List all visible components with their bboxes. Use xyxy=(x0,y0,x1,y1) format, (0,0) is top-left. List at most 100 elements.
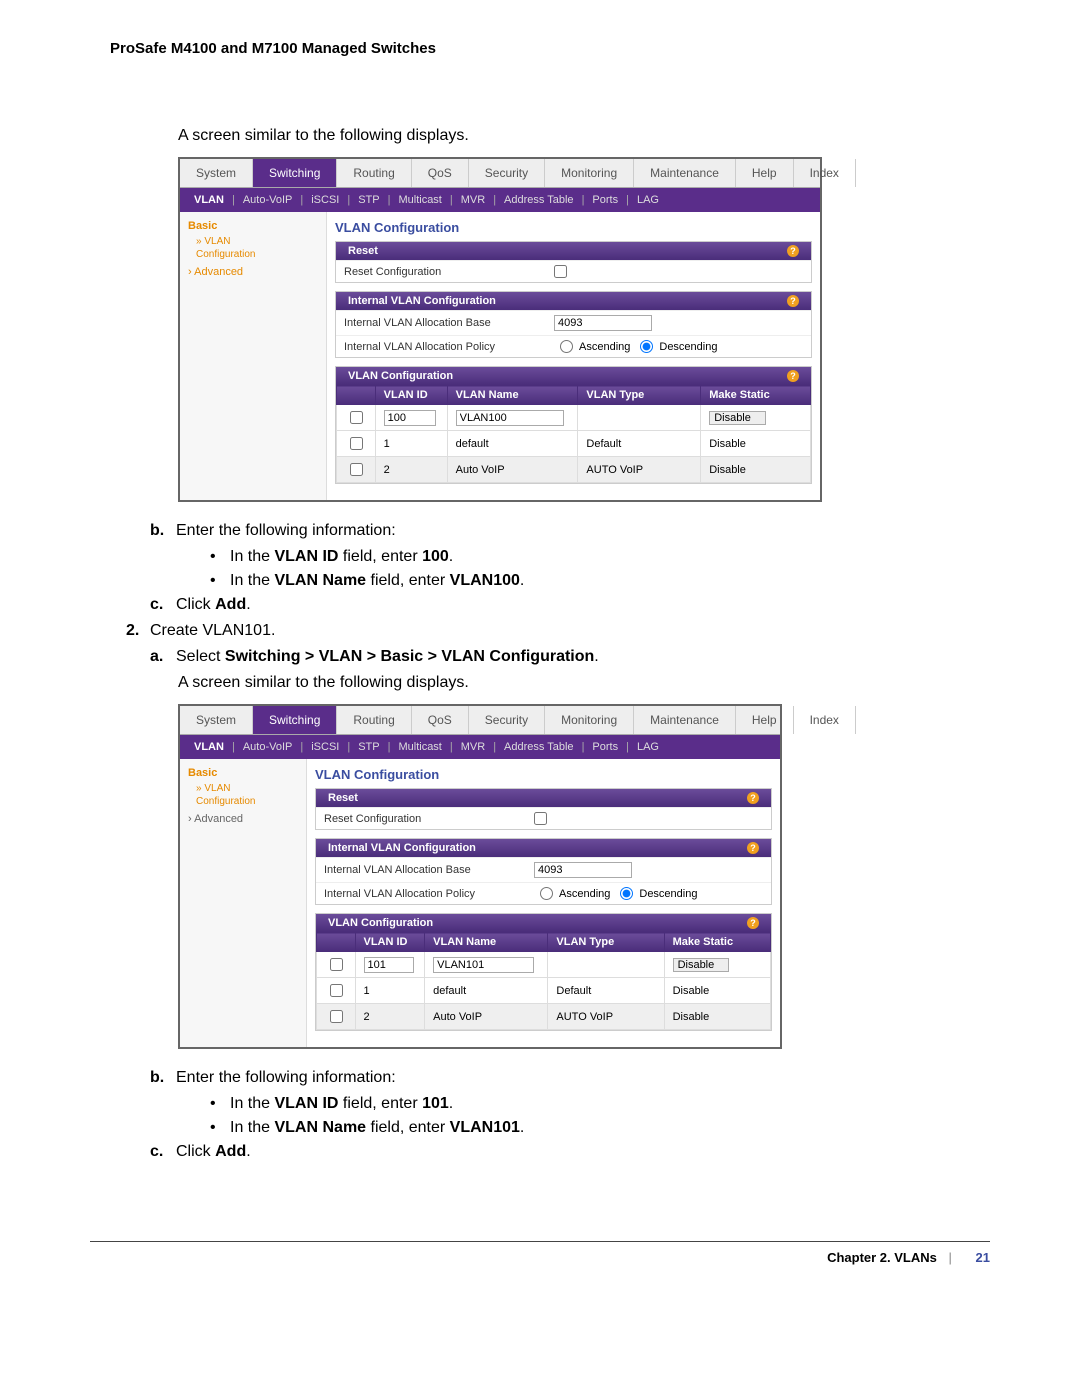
step-c: c.Click Add. xyxy=(150,596,990,614)
row-select-checkbox[interactable] xyxy=(350,463,363,476)
tab-maintenance[interactable]: Maintenance xyxy=(634,159,736,187)
ivc-base-label: Internal VLAN Allocation Base xyxy=(344,317,554,329)
subtab-vlan[interactable]: VLAN xyxy=(188,739,230,755)
row-select-checkbox[interactable] xyxy=(330,984,343,997)
ivc-base-input[interactable] xyxy=(534,862,632,878)
vlan-name-input[interactable] xyxy=(456,410,564,426)
table-input-row: Disable xyxy=(337,405,811,431)
ivc-asc-radio[interactable] xyxy=(540,887,553,900)
tab-switching[interactable]: Switching xyxy=(253,159,337,187)
sidebar-item-vlan[interactable]: » VLAN xyxy=(196,783,298,794)
row-select-checkbox[interactable] xyxy=(350,411,363,424)
main-tab-bar: System Switching Routing QoS Security Mo… xyxy=(180,159,820,188)
tab-index[interactable]: Index xyxy=(794,159,856,187)
content-heading: VLAN Configuration xyxy=(335,220,812,235)
subtab-ports[interactable]: Ports xyxy=(586,739,624,755)
help-icon[interactable]: ? xyxy=(747,842,759,854)
tab-switching[interactable]: Switching xyxy=(253,706,337,734)
tab-security[interactable]: Security xyxy=(469,159,545,187)
tab-monitoring[interactable]: Monitoring xyxy=(545,706,634,734)
subtab-mvr[interactable]: MVR xyxy=(455,739,491,755)
help-icon[interactable]: ? xyxy=(747,792,759,804)
tab-qos[interactable]: QoS xyxy=(412,706,469,734)
vlan-table: VLAN ID VLAN Name VLAN Type Make Static … xyxy=(316,932,771,1030)
bullet-item: •In the VLAN Name field, enter VLAN101. xyxy=(210,1119,990,1137)
step-2a: a.Select Switching > VLAN > Basic > VLAN… xyxy=(150,648,990,666)
tab-help[interactable]: Help xyxy=(736,159,794,187)
cell-id: 2 xyxy=(375,457,447,483)
cell-static: Disable xyxy=(701,457,811,483)
ivc-asc-radio[interactable] xyxy=(560,340,573,353)
sidebar-item-advanced[interactable]: › Advanced xyxy=(188,266,318,278)
subtab-stp[interactable]: STP xyxy=(352,192,385,208)
tab-routing[interactable]: Routing xyxy=(337,706,411,734)
sidebar-item-configuration[interactable]: Configuration xyxy=(196,796,298,807)
subtab-multicast[interactable]: Multicast xyxy=(392,739,447,755)
step-2b: b.Enter the following information: xyxy=(150,1069,990,1087)
tab-maintenance[interactable]: Maintenance xyxy=(634,706,736,734)
footer-page-number: 21 xyxy=(976,1250,990,1265)
ivc-base-label: Internal VLAN Allocation Base xyxy=(324,864,534,876)
ivc-desc-radio[interactable] xyxy=(640,340,653,353)
intro-text-1: A screen similar to the following displa… xyxy=(178,127,990,145)
sidebar-item-basic[interactable]: Basic xyxy=(188,767,298,779)
sidebar-item-vlan[interactable]: » VLAN xyxy=(196,236,318,247)
help-icon[interactable]: ? xyxy=(787,245,799,257)
col-vlan-type: VLAN Type xyxy=(548,933,664,952)
col-vlan-name: VLAN Name xyxy=(425,933,548,952)
sidebar-item-advanced[interactable]: › Advanced xyxy=(188,813,298,825)
tab-security[interactable]: Security xyxy=(469,706,545,734)
sidebar-item-basic[interactable]: Basic xyxy=(188,220,318,232)
tab-index[interactable]: Index xyxy=(794,706,856,734)
cell-type: Default xyxy=(548,978,664,1004)
vlan-id-input[interactable] xyxy=(384,410,436,426)
help-icon[interactable]: ? xyxy=(787,295,799,307)
reset-config-checkbox[interactable] xyxy=(554,265,567,278)
reset-config-checkbox[interactable] xyxy=(534,812,547,825)
subtab-address-table[interactable]: Address Table xyxy=(498,192,580,208)
ivc-desc-radio[interactable] xyxy=(620,887,633,900)
reset-panel-title: Reset xyxy=(328,792,358,804)
cell-id: 1 xyxy=(375,431,447,457)
subtab-iscsi[interactable]: iSCSI xyxy=(305,739,345,755)
vlan-id-input[interactable] xyxy=(364,957,414,973)
cell-name: default xyxy=(447,431,578,457)
tab-qos[interactable]: QoS xyxy=(412,159,469,187)
tab-system[interactable]: System xyxy=(180,706,253,734)
subtab-auto-voip[interactable]: Auto-VoIP xyxy=(237,192,299,208)
tab-system[interactable]: System xyxy=(180,159,253,187)
ivc-base-input[interactable] xyxy=(554,315,652,331)
step-b: b.Enter the following information: xyxy=(150,522,990,540)
sub-tab-bar: VLAN| Auto-VoIP| iSCSI| STP| Multicast| … xyxy=(180,188,820,212)
subtab-vlan[interactable]: VLAN xyxy=(188,192,230,208)
reset-config-label: Reset Configuration xyxy=(344,266,554,278)
subtab-address-table[interactable]: Address Table xyxy=(498,739,580,755)
subtab-multicast[interactable]: Multicast xyxy=(392,192,447,208)
subtab-lag[interactable]: LAG xyxy=(631,192,665,208)
row-select-checkbox[interactable] xyxy=(330,1010,343,1023)
tab-help[interactable]: Help xyxy=(736,706,794,734)
tab-routing[interactable]: Routing xyxy=(337,159,411,187)
row-select-checkbox[interactable] xyxy=(330,958,343,971)
subtab-auto-voip[interactable]: Auto-VoIP xyxy=(237,739,299,755)
subtab-iscsi[interactable]: iSCSI xyxy=(305,192,345,208)
sidebar-item-configuration[interactable]: Configuration xyxy=(196,249,318,260)
subtab-mvr[interactable]: MVR xyxy=(455,192,491,208)
subtab-stp[interactable]: STP xyxy=(352,739,385,755)
make-static-select[interactable]: Disable xyxy=(709,411,766,425)
step-2c: c.Click Add. xyxy=(150,1143,990,1161)
help-icon[interactable]: ? xyxy=(747,917,759,929)
bullet-item: •In the VLAN Name field, enter VLAN100. xyxy=(210,572,990,590)
tab-monitoring[interactable]: Monitoring xyxy=(545,159,634,187)
make-static-select[interactable]: Disable xyxy=(673,958,730,972)
cell-static: Disable xyxy=(664,978,770,1004)
vlan-name-input[interactable] xyxy=(433,957,534,973)
subtab-lag[interactable]: LAG xyxy=(631,739,665,755)
col-vlan-type: VLAN Type xyxy=(578,386,701,405)
subtab-ports[interactable]: Ports xyxy=(586,192,624,208)
ivc-asc-label: Ascending xyxy=(579,341,630,353)
help-icon[interactable]: ? xyxy=(787,370,799,382)
row-select-checkbox[interactable] xyxy=(350,437,363,450)
vlan-config-panel: VLAN Configuration? VLAN ID VLAN Name VL… xyxy=(335,366,812,484)
cell-name: Auto VoIP xyxy=(425,1004,548,1030)
